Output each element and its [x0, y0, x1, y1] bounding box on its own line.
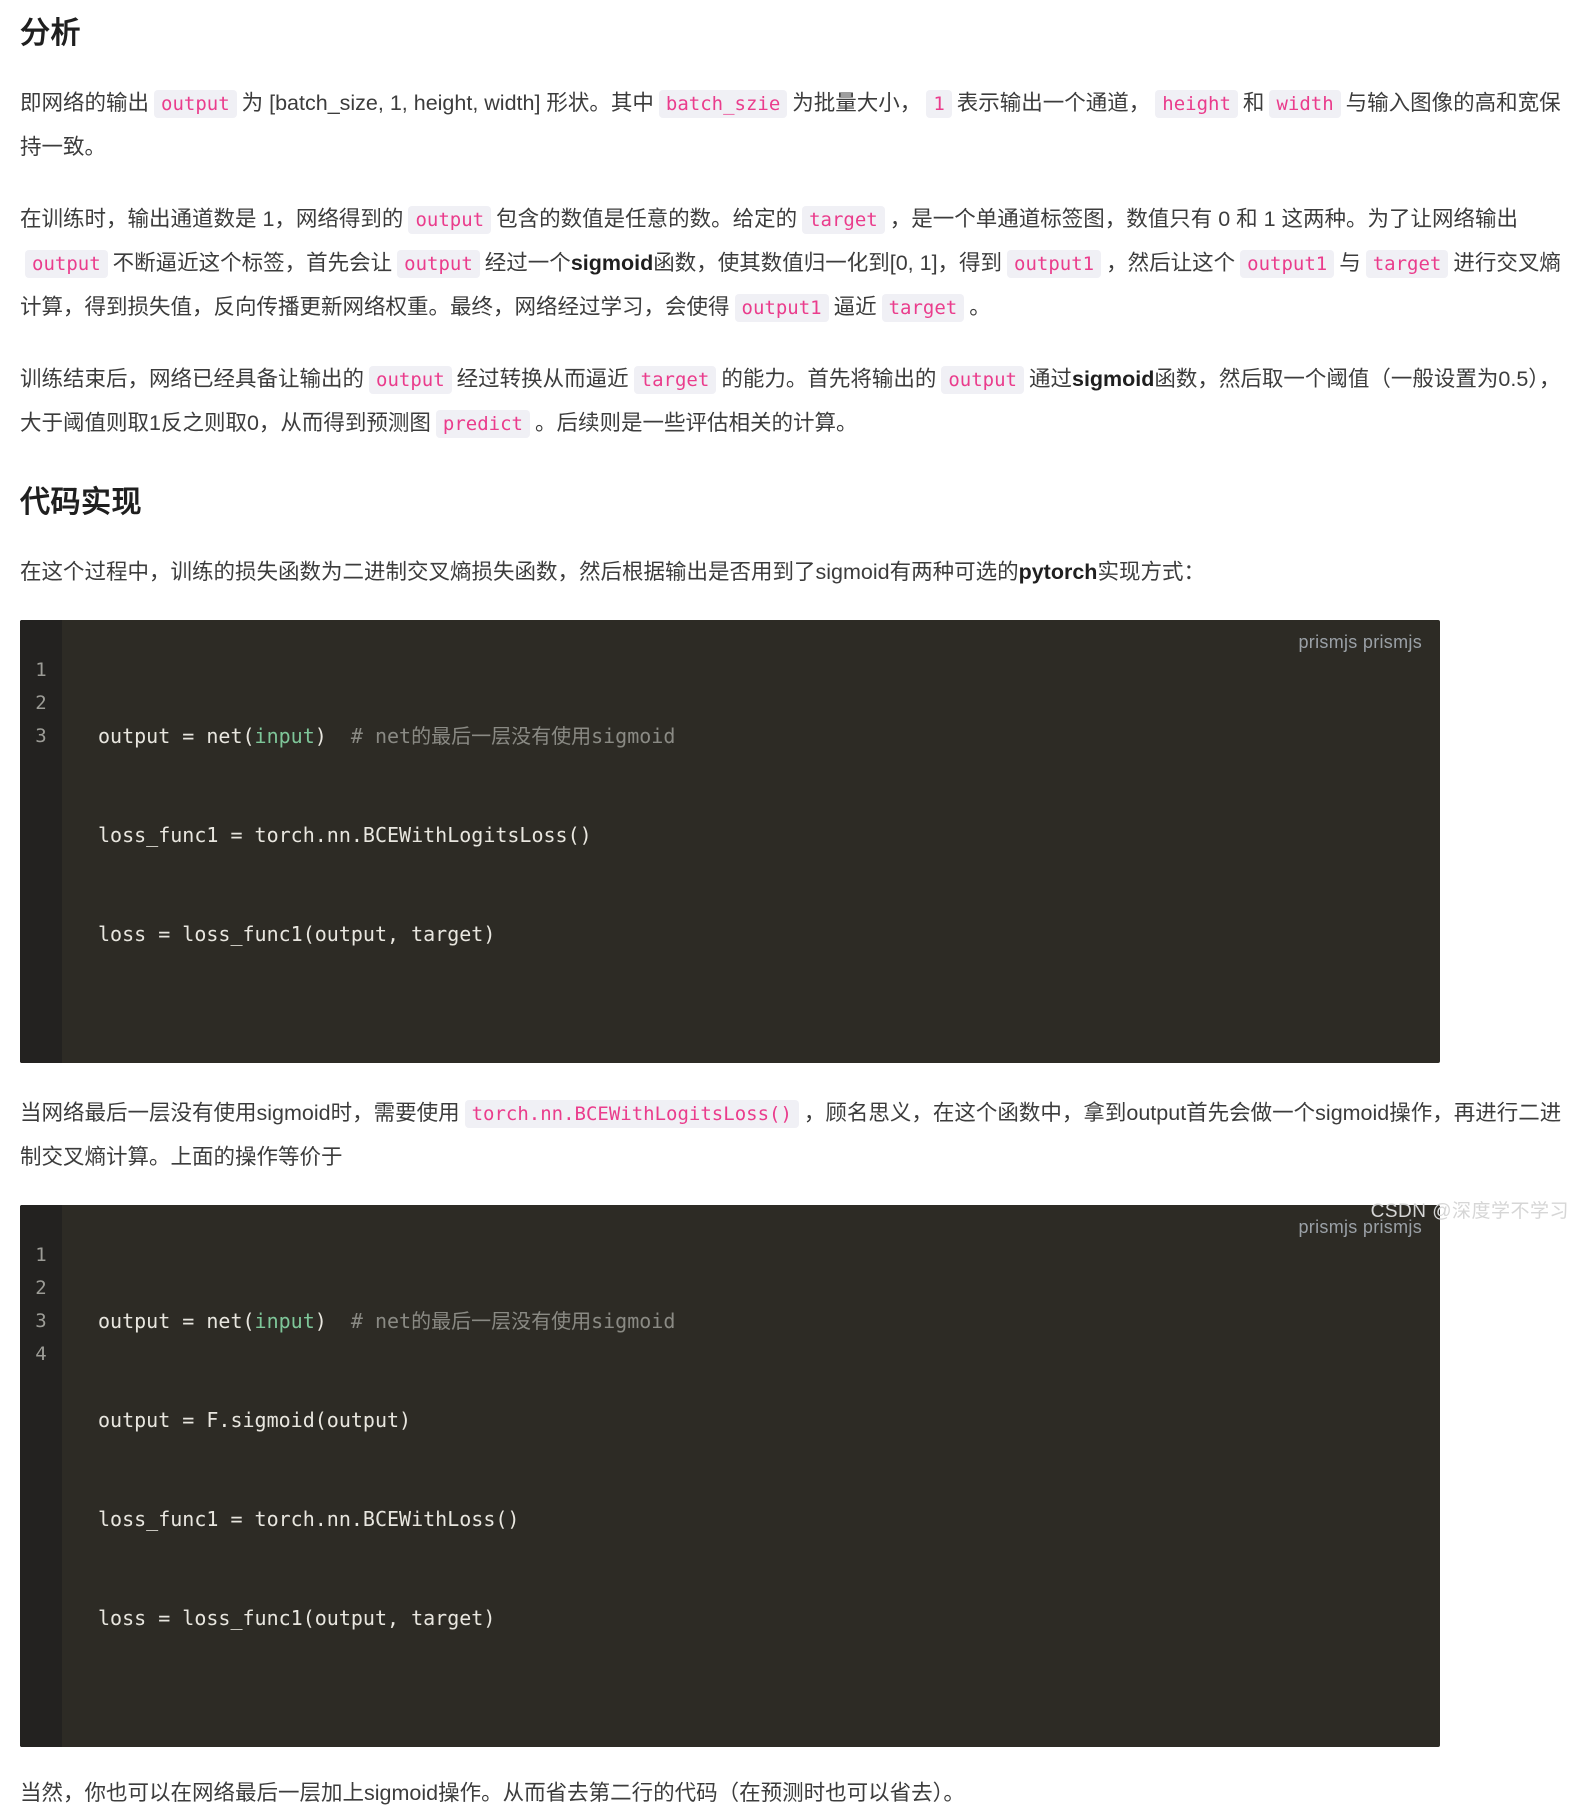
text-fragment: 在训练时，输出通道数是 1，网络得到的	[20, 207, 404, 231]
code-lines[interactable]: output = net(input) # net的最后一层没有使用sigmoi…	[62, 1239, 675, 1701]
text-fragment: 为 [batch_size, 1, height, width] 形状。其中	[241, 91, 654, 115]
code-token: loss_func1 = torch.nn.BCEWithLoss()	[98, 1507, 520, 1531]
paragraph-1: 即网络的输出 output 为 [batch_size, 1, height, wi…	[20, 53, 1569, 169]
code-token: output = F.sigmoid(output)	[98, 1408, 412, 1432]
text-fragment: 当然，你也可以在网络最后一层加上sigmoid操作。从而省去第二行的代码（在预测…	[20, 1781, 965, 1805]
line-number: 3	[35, 725, 47, 747]
text-fragment: 在这个过程中，训练的损失函数为二进制交叉熵损失函数，然后根据输出是否用到了sig…	[20, 560, 1019, 584]
text-fragment: 经过转换从而逼近	[456, 367, 629, 391]
text-fragment: 函数，使其数值归一化到[0, 1]，得到	[653, 251, 1003, 275]
code-line: loss_func1 = torch.nn.BCEWithLogitsLoss(…	[98, 819, 675, 852]
text-fragment: 为批量大小，	[792, 91, 922, 115]
code-token: loss = loss_func1(output, target)	[98, 922, 496, 946]
code-token-comment: # net的最后一层没有使用sigmoid	[350, 724, 676, 748]
code-line: loss_func1 = torch.nn.BCEWithLoss()	[98, 1503, 675, 1536]
code-token: output = net(	[98, 1309, 255, 1333]
text-fragment: 。	[969, 295, 991, 319]
code-block-1[interactable]: prismjs prismjs 1 2 3 output = net(input…	[20, 620, 1440, 1063]
line-number: 3	[35, 1310, 47, 1332]
text-fragment: 当网络最后一层没有使用sigmoid时，需要使用	[20, 1101, 460, 1125]
line-number: 2	[35, 1277, 47, 1299]
code-language-tag: prismjs prismjs	[1298, 632, 1422, 652]
code-token-param: input	[254, 724, 315, 748]
inline-code-width: width	[1269, 90, 1341, 118]
inline-code-batch-szie: batch_szie	[658, 90, 788, 118]
code-lines[interactable]: output = net(input) # net的最后一层没有使用sigmoi…	[62, 654, 675, 1017]
text-fragment: ，是一个单通道标签图，数值只有 0 和 1 这两种。为了让网络输出	[889, 207, 1519, 231]
paragraph-6: 当然，你也可以在网络最后一层加上sigmoid操作。从而省去第二行的代码（在预测…	[20, 1747, 1569, 1815]
paragraph-3: 训练结束后，网络已经具备让输出的 output 经过转换从而逼近 target 的能力。…	[20, 329, 1569, 445]
text-fragment: 和	[1242, 91, 1265, 115]
inline-code-height: height	[1155, 90, 1238, 118]
text-fragment: 逼近	[833, 295, 877, 319]
line-number: 4	[35, 1343, 47, 1365]
paragraph-4: 在这个过程中，训练的损失函数为二进制交叉熵损失函数，然后根据输出是否用到了sig…	[20, 522, 1569, 594]
inline-code-target: target	[802, 206, 885, 234]
inline-code-output: output	[941, 366, 1024, 394]
code-line: output = net(input) # net的最后一层没有使用sigmoi…	[98, 720, 675, 753]
text-fragment: 经过一个	[484, 251, 571, 275]
line-number: 2	[35, 692, 47, 714]
text-fragment: 即网络的输出	[20, 91, 150, 115]
inline-code-output: output	[408, 206, 492, 234]
csdn-watermark: CSDN @深度学不学习	[1370, 1201, 1569, 1222]
line-number-gutter: 1 2 3 4	[20, 1205, 62, 1747]
text-fragment: 。后续则是一些评估相关的计算。	[535, 411, 858, 435]
paragraph-2: 在训练时，输出通道数是 1，网络得到的 output 包含的数值是任意的数。给定的 t…	[20, 169, 1569, 329]
code-line: output = net(input) # net的最后一层没有使用sigmoi…	[98, 1305, 675, 1338]
text-fragment: 不断逼近这个标签，首先会让	[112, 251, 393, 275]
inline-code-output1: output1	[1240, 250, 1335, 278]
text-fragment: 通过	[1028, 367, 1072, 391]
text-fragment: 表示输出一个通道，	[956, 91, 1151, 115]
page-title-analysis: 分析	[20, 17, 81, 50]
article-page: 分析 即网络的输出 output 为 [batch_size, 1, height,…	[0, 0, 1589, 1815]
line-number: 1	[35, 1244, 47, 1266]
paragraph-5: 当网络最后一层没有使用sigmoid时，需要使用 torch.nn.BCEWith…	[20, 1063, 1569, 1179]
inline-code-output1: output1	[734, 294, 829, 322]
inline-code-output1: output1	[1007, 250, 1102, 278]
code-body: 1 2 3 4 output = net(input) # net的最后一层没有…	[20, 1205, 1440, 1747]
code-token: )	[314, 724, 351, 748]
code-token-comment: # net的最后一层没有使用sigmoid	[350, 1309, 676, 1333]
inline-code-target: target	[1365, 250, 1449, 278]
code-block-2[interactable]: prismjs prismjs 1 2 3 4 output = net(inp…	[20, 1205, 1440, 1747]
code-token: loss_func1 = torch.nn.BCEWithLogitsLoss(…	[98, 823, 592, 847]
text-fragment: 训练结束后，网络已经具备让输出的	[20, 367, 365, 391]
code-line: loss = loss_func1(output, target)	[98, 918, 675, 951]
inline-code-target: target	[881, 294, 965, 322]
code-token: )	[314, 1309, 351, 1333]
code-token: loss = loss_func1(output, target)	[98, 1606, 496, 1630]
bold-sigmoid: sigmoid	[1071, 367, 1155, 391]
code-body: 1 2 3 output = net(input) # net的最后一层没有使用…	[20, 620, 1440, 1063]
page-title-code: 代码实现	[20, 486, 142, 519]
inline-code-bcewithlogitsloss: torch.nn.BCEWithLogitsLoss()	[464, 1100, 799, 1128]
code-line: loss = loss_func1(output, target)	[98, 1602, 675, 1635]
text-fragment: ，然后让这个	[1106, 251, 1236, 275]
text-fragment: 的能力。首先将输出的	[721, 367, 937, 391]
inline-code-output: output	[25, 250, 108, 278]
inline-code-output: output	[369, 366, 452, 394]
text-fragment: 与	[1339, 251, 1361, 275]
code-token: output = net(	[98, 724, 255, 748]
inline-code-output: output	[154, 90, 237, 118]
line-number: 1	[35, 659, 47, 681]
code-line: output = F.sigmoid(output)	[98, 1404, 675, 1437]
bold-pytorch: pytorch	[1018, 560, 1098, 584]
inline-code-one: 1	[926, 90, 952, 118]
bold-sigmoid: sigmoid	[570, 251, 654, 275]
inline-code-predict: predict	[435, 410, 530, 438]
inline-code-target: target	[633, 366, 717, 394]
code-token-param: input	[254, 1309, 315, 1333]
text-fragment: 包含的数值是任意的数。给定的	[496, 207, 798, 231]
inline-code-output: output	[397, 250, 480, 278]
line-number-gutter: 1 2 3	[20, 620, 62, 1063]
text-fragment: 实现方式：	[1097, 560, 1205, 584]
